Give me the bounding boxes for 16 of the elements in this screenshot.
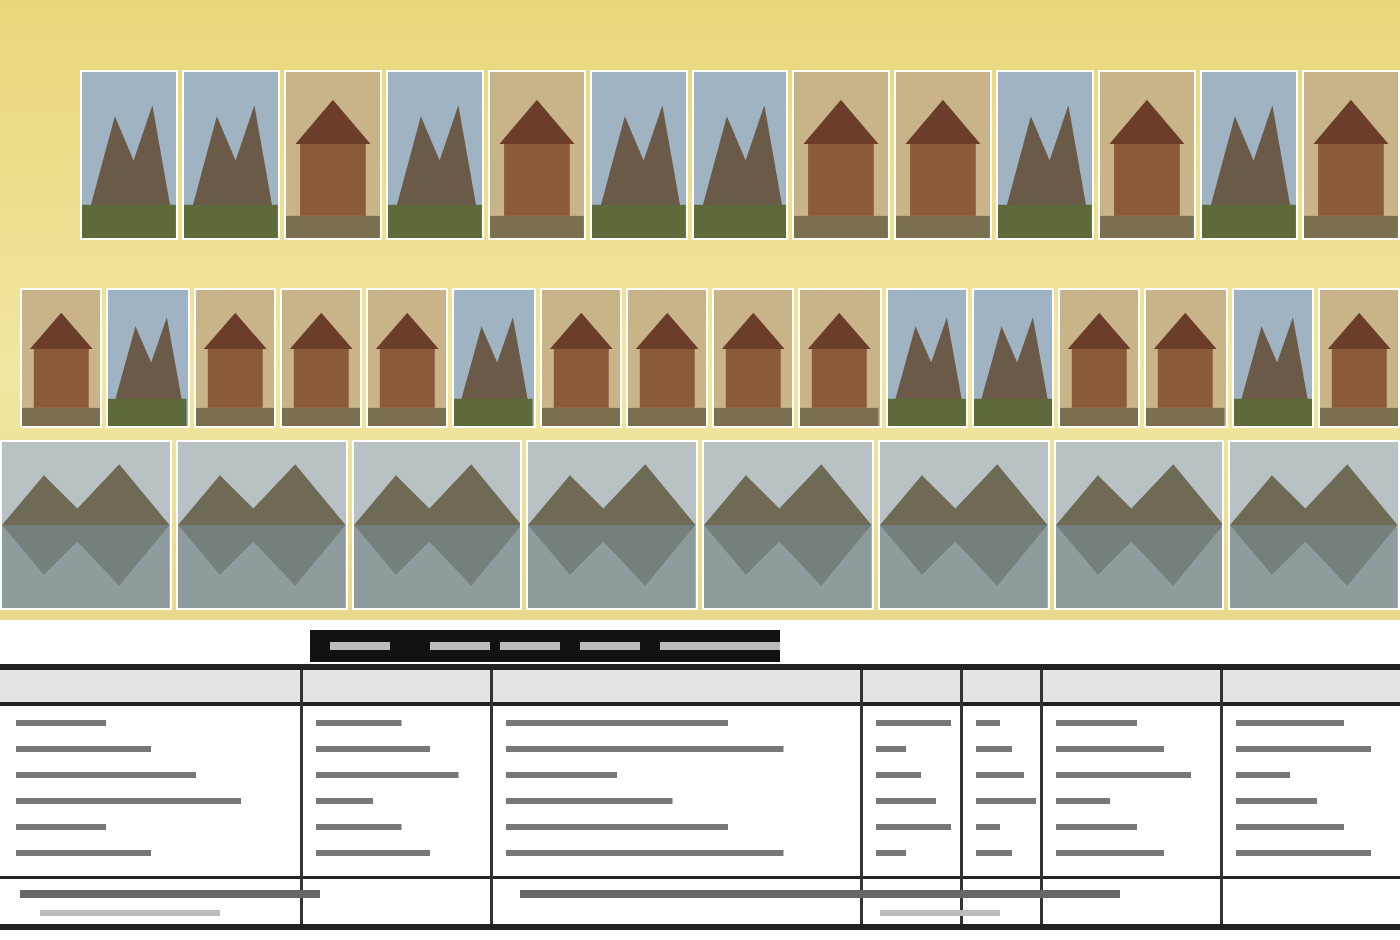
photo-placeholder: [452, 288, 535, 428]
photo-placeholder: [798, 288, 881, 428]
photo-placeholder: [1058, 288, 1141, 428]
photo-placeholder: [625, 288, 708, 428]
photo-placeholder: [1144, 288, 1227, 428]
photo-placeholder: [366, 288, 449, 428]
photo-placeholder: [193, 288, 276, 428]
photo-placeholder: [1317, 288, 1400, 428]
photo-placeholder: [539, 288, 622, 428]
photo-placeholder: [106, 288, 189, 428]
photo-placeholder: [279, 288, 362, 428]
photo-placeholder: [712, 288, 795, 428]
photo-placeholder: [885, 288, 968, 428]
photo-placeholder: [971, 288, 1054, 428]
photo-placeholder: [20, 288, 103, 428]
photo-placeholder: [1231, 288, 1314, 428]
